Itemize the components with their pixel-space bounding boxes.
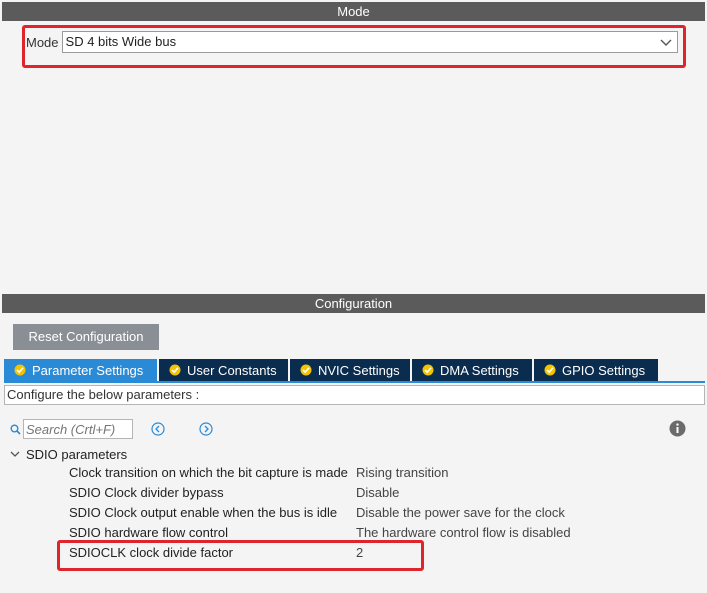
tab-label: NVIC Settings: [318, 362, 400, 378]
check-circle-icon: [422, 364, 434, 376]
check-circle-icon: [14, 364, 26, 376]
group-label: SDIO parameters: [26, 446, 128, 462]
description-box: Configure the below parameters :: [4, 385, 705, 405]
tab-parameter-settings[interactable]: Parameter Settings: [4, 359, 157, 381]
param-value: 2: [356, 545, 364, 560]
mode-panel-header: Mode: [2, 2, 705, 21]
expand-chevron-icon: [10, 451, 20, 457]
check-circle-icon: [300, 364, 312, 376]
param-row[interactable]: Clock transition on which the bit captur…: [69, 464, 689, 482]
mode-label: Mode: [26, 34, 59, 50]
reset-configuration-button[interactable]: Reset Configuration: [13, 324, 159, 350]
search-icon: [10, 424, 21, 435]
config-panel-title: Configuration: [314, 296, 393, 311]
tab-label: GPIO Settings: [562, 362, 646, 378]
check-circle-icon: [544, 364, 556, 376]
param-value: Disable the power save for the clock: [356, 505, 565, 520]
tab-underline: [4, 381, 705, 383]
param-row[interactable]: SDIO Clock output enable when the bus is…: [69, 504, 689, 522]
param-name: SDIO Clock divider bypass: [69, 485, 224, 500]
param-row[interactable]: SDIOCLK clock divide factor 2: [69, 544, 689, 562]
mode-select-value: SD 4 bits Wide bus: [65, 34, 177, 49]
param-value: Disable: [356, 485, 400, 500]
tab-user-constants[interactable]: User Constants: [159, 359, 288, 381]
tab-nvic-settings[interactable]: NVIC Settings: [290, 359, 410, 381]
arrow-left-circle-icon[interactable]: [151, 422, 165, 436]
check-circle-icon: [169, 364, 181, 376]
info-icon[interactable]: [669, 420, 686, 437]
param-value: Rising transition: [356, 465, 449, 480]
sdio-parameters-group[interactable]: SDIO parameters: [10, 445, 127, 463]
mode-panel-title: Mode: [337, 4, 370, 19]
param-value: The hardware control flow is disabled: [356, 525, 571, 540]
param-name: Clock transition on which the bit captur…: [69, 465, 348, 480]
search-row: [10, 419, 133, 439]
mode-select[interactable]: SD 4 bits Wide bus: [61, 31, 678, 53]
mode-row: Mode SD 4 bits Wide bus: [26, 30, 678, 54]
config-tabs: Parameter Settings User Constants NVIC S…: [4, 359, 660, 381]
tab-label: DMA Settings: [440, 362, 519, 378]
param-name: SDIOCLK clock divide factor: [69, 545, 234, 560]
param-row[interactable]: SDIO hardware flow control The hardware …: [69, 524, 689, 542]
tab-label: User Constants: [187, 362, 277, 378]
tab-gpio-settings[interactable]: GPIO Settings: [534, 359, 658, 381]
arrow-right-circle-icon[interactable]: [199, 422, 213, 436]
param-name: SDIO Clock output enable when the bus is…: [69, 505, 338, 520]
description-text: Configure the below parameters :: [7, 387, 200, 402]
mode-panel: [2, 21, 705, 286]
param-name: SDIO hardware flow control: [69, 525, 228, 540]
tab-label: Parameter Settings: [32, 362, 144, 378]
search-input[interactable]: [23, 419, 133, 439]
param-row[interactable]: SDIO Clock divider bypass Disable: [69, 484, 689, 502]
config-panel-header: Configuration: [2, 294, 705, 313]
tab-dma-settings[interactable]: DMA Settings: [412, 359, 532, 381]
chevron-down-icon: [660, 39, 672, 46]
